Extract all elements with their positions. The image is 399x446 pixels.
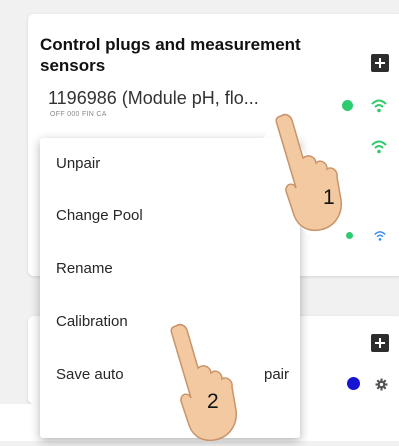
step-2-label: 2 — [207, 390, 219, 413]
wifi-icon — [373, 229, 387, 247]
menu-item-save-auto[interactable]: Save auto — [56, 366, 124, 383]
gear-icon[interactable] — [375, 378, 388, 396]
menu-item-change-pool[interactable]: Change Pool — [56, 207, 143, 224]
menu-item-calibration[interactable]: Calibration — [56, 313, 128, 330]
wifi-icon — [370, 98, 388, 119]
step-1-label: 1 — [323, 186, 335, 209]
device-subtitle: OFF 000 FIN CA — [50, 111, 107, 118]
section-title: Control plugs and measurement sensors — [40, 35, 301, 75]
menu-item-save-auto-trailing: pair — [264, 366, 290, 383]
menu-item-unpair[interactable]: Unpair — [56, 155, 100, 172]
plus-square-icon[interactable] — [371, 334, 389, 352]
pointing-hand-icon — [136, 318, 250, 446]
status-dot-icon — [347, 377, 360, 390]
wifi-icon — [370, 139, 388, 160]
device-name[interactable]: 1196986 (Module pH, flo... — [48, 88, 259, 109]
plus-square-icon[interactable] — [371, 54, 389, 72]
pointing-hand-icon — [243, 108, 355, 239]
menu-item-rename[interactable]: Rename — [56, 260, 113, 277]
